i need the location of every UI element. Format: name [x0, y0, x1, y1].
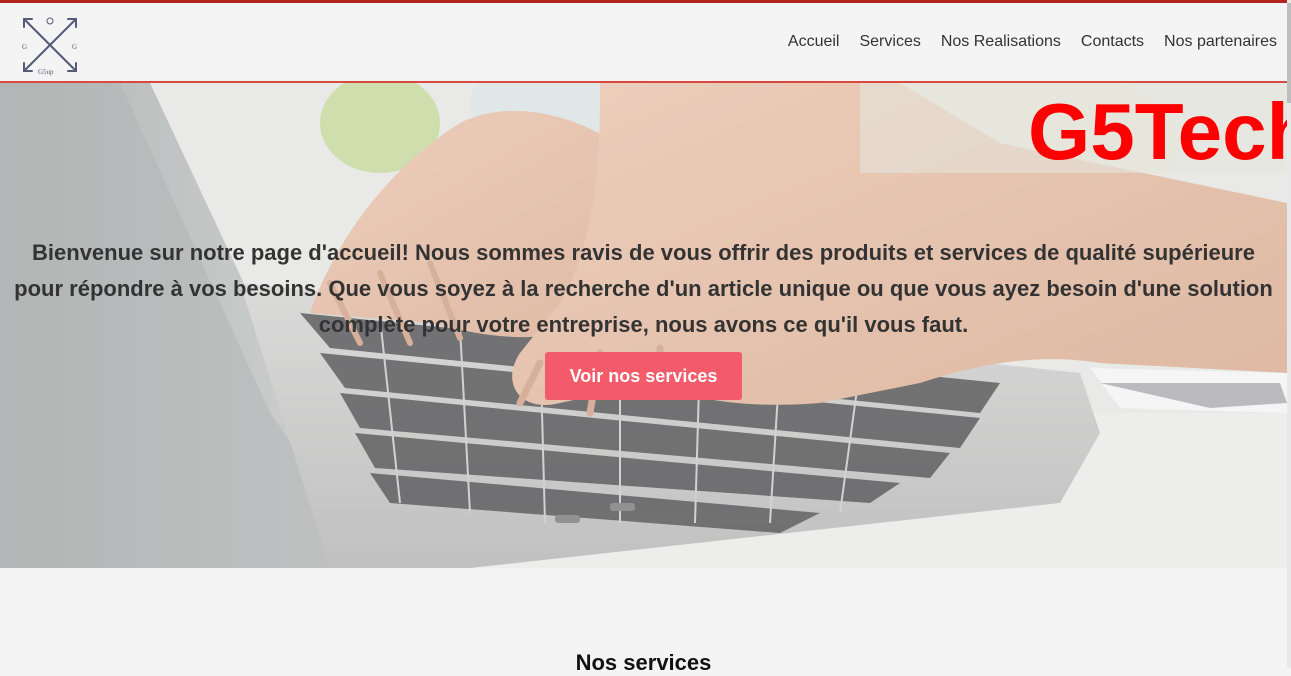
- logo-letter-left: G: [22, 43, 27, 51]
- crossed-arrows-logo-icon[interactable]: G G G5up: [16, 11, 84, 79]
- nav-realisations[interactable]: Nos Realisations: [941, 33, 1061, 51]
- brand-title: G5Tech: [1028, 87, 1287, 176]
- voir-services-button[interactable]: Voir nos services: [545, 352, 742, 400]
- services-section-title: Nos services: [575, 650, 712, 675]
- site-header: G G G5up Accueil Services Nos Realisatio…: [0, 3, 1287, 83]
- scrollbar-thumb[interactable]: [1287, 3, 1291, 103]
- main-nav: Accueil Services Nos Realisations Contac…: [788, 33, 1277, 51]
- logo-letter-right: G: [72, 43, 77, 51]
- nav-services[interactable]: Services: [859, 33, 920, 51]
- nav-contacts[interactable]: Contacts: [1081, 33, 1144, 51]
- logo-text: G5up: [38, 68, 54, 76]
- page-scrollbar[interactable]: [1287, 0, 1291, 668]
- hero-section: G5Tech Bienvenue sur notre page d'accuei…: [0, 83, 1287, 568]
- welcome-text: Bienvenue sur notre page d'accueil! Nous…: [14, 240, 1273, 337]
- nav-accueil[interactable]: Accueil: [788, 33, 840, 51]
- nav-partenaires[interactable]: Nos partenaires: [1164, 33, 1277, 51]
